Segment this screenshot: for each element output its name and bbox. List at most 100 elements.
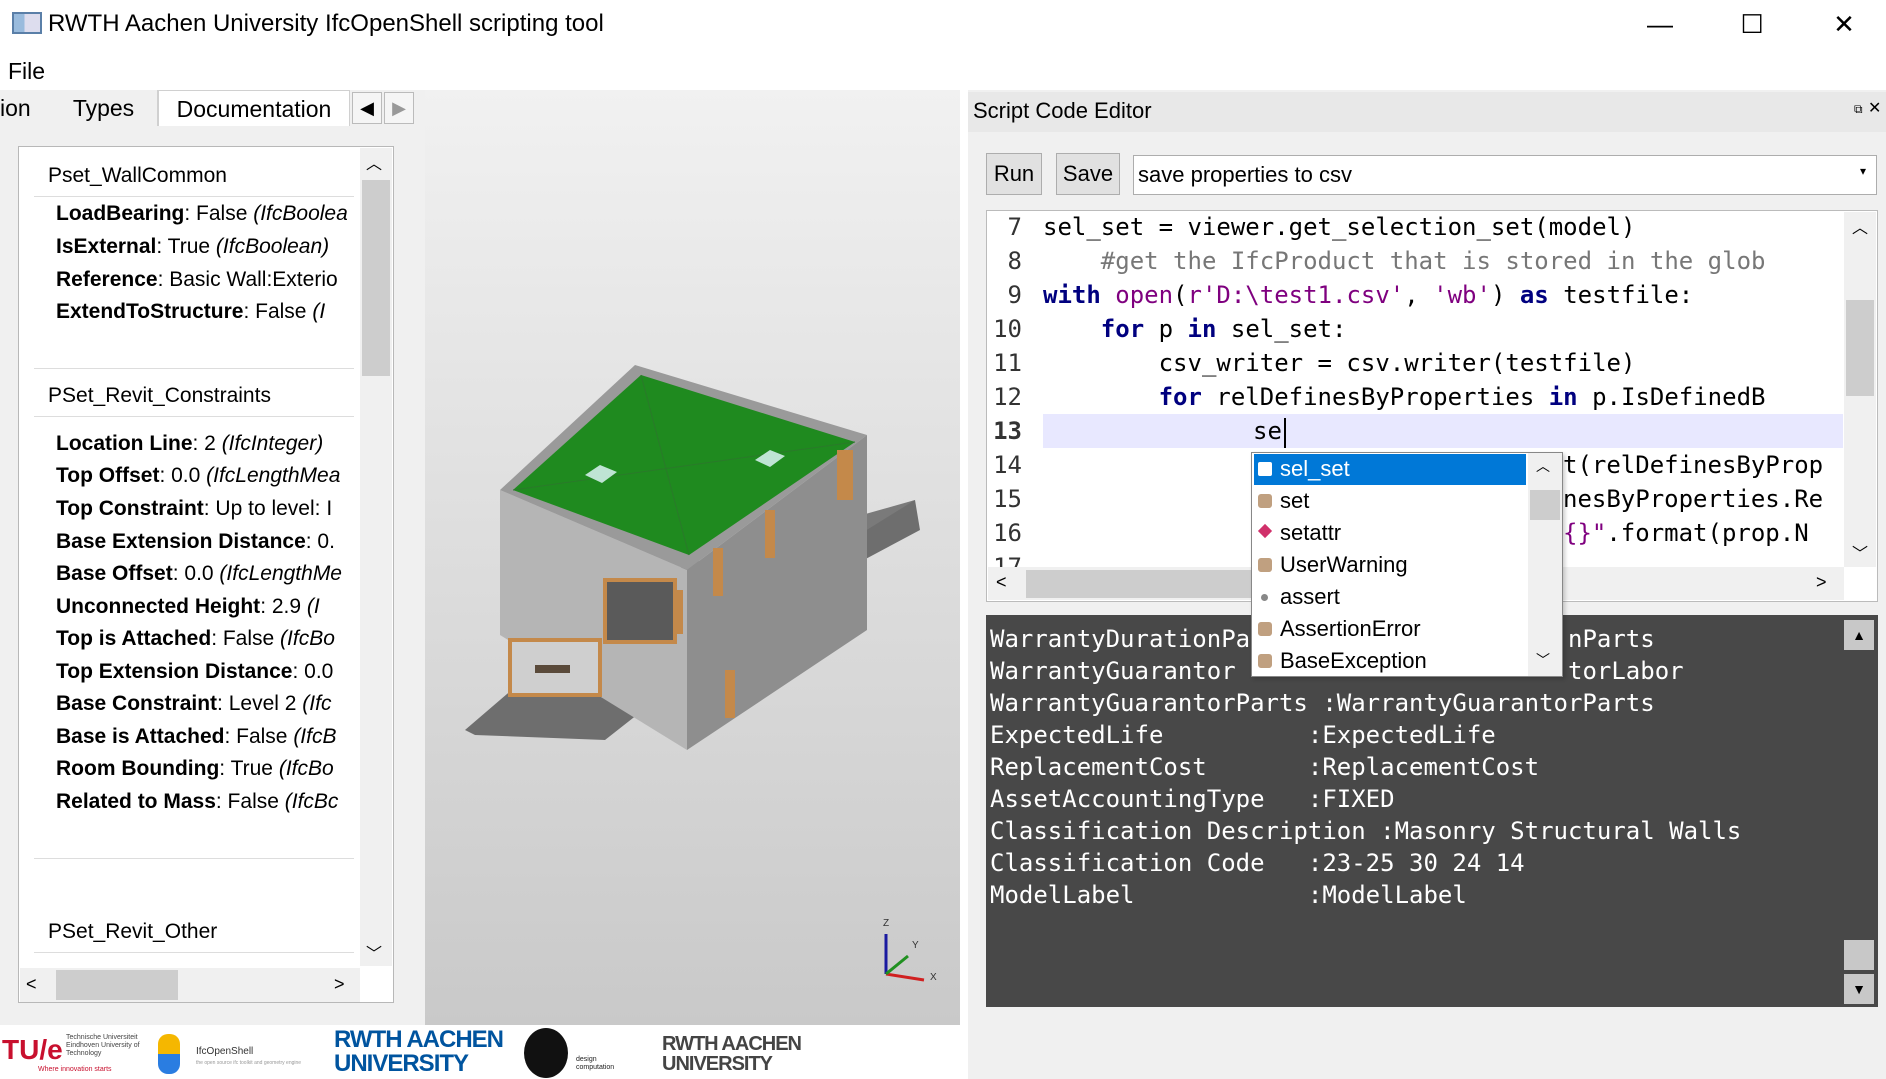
line-number: 13 (993, 417, 1022, 445)
scroll-up-icon[interactable]: ︿ (366, 150, 382, 174)
property-row: ExtendToStructure: False (I (56, 300, 326, 323)
scroll-left-icon[interactable]: < (996, 572, 1007, 593)
console-scroll-thumb[interactable] (1844, 940, 1874, 970)
run-button[interactable]: Run (986, 153, 1042, 195)
save-button[interactable]: Save (1056, 153, 1120, 195)
tue-logo-tagline: Where innovation starts (38, 1066, 112, 1073)
code-line: csv_writer = csv.writer(testfile) (1043, 349, 1636, 377)
3d-viewer[interactable] (425, 90, 960, 1025)
property-row: Base Constraint: Level 2 (Ifc (56, 692, 332, 715)
autocomplete-item[interactable]: assert (1254, 582, 1526, 613)
design-computation-icon (524, 1028, 568, 1078)
menu-file[interactable]: File (8, 58, 45, 85)
property-row: Base Offset: 0.0 (IfcLengthMe (56, 562, 342, 585)
property-row: Top Constraint: Up to level: I (56, 497, 333, 520)
scroll-up-icon[interactable]: ︿ (1852, 214, 1868, 238)
console-line: ExpectedLife :ExpectedLife (990, 721, 1496, 749)
code-line: se (1253, 417, 1282, 445)
class-icon (1258, 494, 1272, 508)
code-line: sel_set = viewer.get_selection_set(model… (1043, 213, 1636, 241)
tab-types[interactable]: Types (50, 90, 158, 126)
undock-icon[interactable]: ⧉ (1854, 102, 1863, 117)
axis-z-label: Z (883, 918, 890, 929)
tab-scroll-right-icon[interactable]: ▶ (384, 92, 414, 124)
property-row: Related to Mass: False (IfcBc (56, 790, 339, 813)
keyword-icon (1261, 594, 1268, 601)
scroll-up-icon[interactable]: ︿ (1536, 456, 1550, 476)
autocomplete-item[interactable]: set (1254, 486, 1526, 517)
console-line: ReplacementCost :ReplacementCost (990, 753, 1540, 781)
documentation-vertical-scroll-thumb[interactable] (362, 180, 390, 376)
scroll-right-icon[interactable]: > (334, 974, 345, 995)
property-row: Reference: Basic Wall:Exterio (56, 268, 338, 291)
minimize-button[interactable]: — (1614, 0, 1706, 48)
property-row: Base is Attached: False (IfcB (56, 725, 337, 748)
function-icon (1257, 523, 1273, 539)
window-title: RWTH Aachen University IfcOpenShell scri… (48, 10, 604, 37)
class-icon (1258, 558, 1272, 572)
scroll-down-icon[interactable]: ﹀ (1536, 650, 1550, 670)
building-model (465, 365, 920, 750)
code-line: for p in sel_set: (1100, 315, 1347, 343)
script-select[interactable]: save properties to csv (1133, 155, 1877, 195)
property-row: Top Extension Distance: 0.0 (56, 660, 334, 683)
class-icon (1258, 622, 1272, 636)
code-horizontal-scroll-thumb[interactable] (1026, 570, 1256, 598)
scroll-down-icon[interactable]: ﹀ (1852, 540, 1868, 564)
documentation-content: Pset_WallCommon LoadBearing: False (IfcB… (20, 146, 360, 966)
pset-title: PSet_Revit_Constraints (48, 384, 271, 407)
ifcopenshell-tagline: the open source ifc toolkit and geometry… (196, 1060, 302, 1066)
property-row: Base Extension Distance: 0. (56, 530, 335, 553)
autocomplete-item[interactable]: setattr (1254, 518, 1526, 549)
property-row: Unconnected Height: 2.9 (I (56, 595, 320, 618)
ifcopenshell-logo: IfcOpenShell (196, 1046, 254, 1057)
pset-title: Pset_WallCommon (48, 164, 227, 187)
line-number: 17 (993, 553, 1022, 567)
line-number: 7 (1007, 213, 1022, 241)
autocomplete-scrollbar[interactable] (1528, 453, 1562, 676)
divider (34, 416, 354, 417)
console-line-tail: torLabor (1568, 657, 1684, 685)
tab-documentation[interactable]: Documentation (158, 90, 350, 126)
app-icon (12, 12, 42, 34)
code-line: for relDefinesByProperties in p.IsDefine… (1158, 383, 1766, 411)
design-computation-logo: design computation (576, 1056, 615, 1071)
scroll-up-icon[interactable]: ▲ (1844, 620, 1874, 650)
code-line: with open(r'D:\test1.csv', 'wb') as test… (1043, 281, 1694, 309)
console-line-tail: nParts (1568, 625, 1655, 653)
text-cursor (1284, 418, 1286, 448)
console-line: Classification Description :Masonry Stru… (990, 817, 1742, 845)
close-button[interactable]: ✕ (1798, 0, 1886, 48)
variable-icon (1258, 462, 1272, 476)
console-line: WarrantyGuarantor (990, 657, 1236, 685)
console-line: ModelLabel :ModelLabel (990, 881, 1467, 909)
console-line: WarrantyGuarantorParts :WarrantyGuaranto… (990, 689, 1655, 717)
property-row: Top Offset: 0.0 (IfcLengthMea (56, 464, 341, 487)
divider (34, 952, 354, 953)
scroll-right-icon[interactable]: > (1816, 572, 1827, 593)
console-line: Classification Code :23-25 30 24 14 (990, 849, 1525, 877)
chevron-down-icon[interactable]: ▾ (1860, 164, 1866, 178)
maximize-button[interactable]: ☐ (1706, 0, 1798, 48)
tab-partial[interactable]: ion (0, 90, 50, 126)
property-row: Top is Attached: False (IfcBo (56, 627, 335, 650)
code-vertical-scroll-thumb[interactable] (1846, 300, 1874, 396)
autocomplete-item[interactable]: BaseException (1254, 646, 1526, 677)
autocomplete-scroll-thumb[interactable] (1530, 490, 1560, 520)
tue-logo-small: Technische Universiteit Eindhoven Univer… (66, 1034, 140, 1057)
code-line: t(relDefinesByProp (1563, 451, 1824, 479)
line-number: 12 (993, 383, 1022, 411)
tab-scroll-left-icon[interactable]: ◀ (352, 92, 382, 124)
scroll-down-icon[interactable]: ▼ (1844, 974, 1874, 1004)
scroll-down-icon[interactable]: ﹀ (366, 940, 382, 964)
line-number: 11 (993, 349, 1022, 377)
axis-y-label: Y (912, 940, 919, 951)
panel-close-icon[interactable]: ✕ (1868, 98, 1881, 118)
scroll-left-icon[interactable]: < (26, 974, 37, 995)
autocomplete-item[interactable]: UserWarning (1254, 550, 1526, 581)
autocomplete-item[interactable]: sel_set (1254, 454, 1526, 485)
documentation-horizontal-scroll-thumb[interactable] (56, 970, 178, 1000)
autocomplete-item[interactable]: AssertionError (1254, 614, 1526, 645)
pset-title: PSet_Revit_Other (48, 920, 218, 943)
current-line-highlight (1043, 414, 1843, 448)
